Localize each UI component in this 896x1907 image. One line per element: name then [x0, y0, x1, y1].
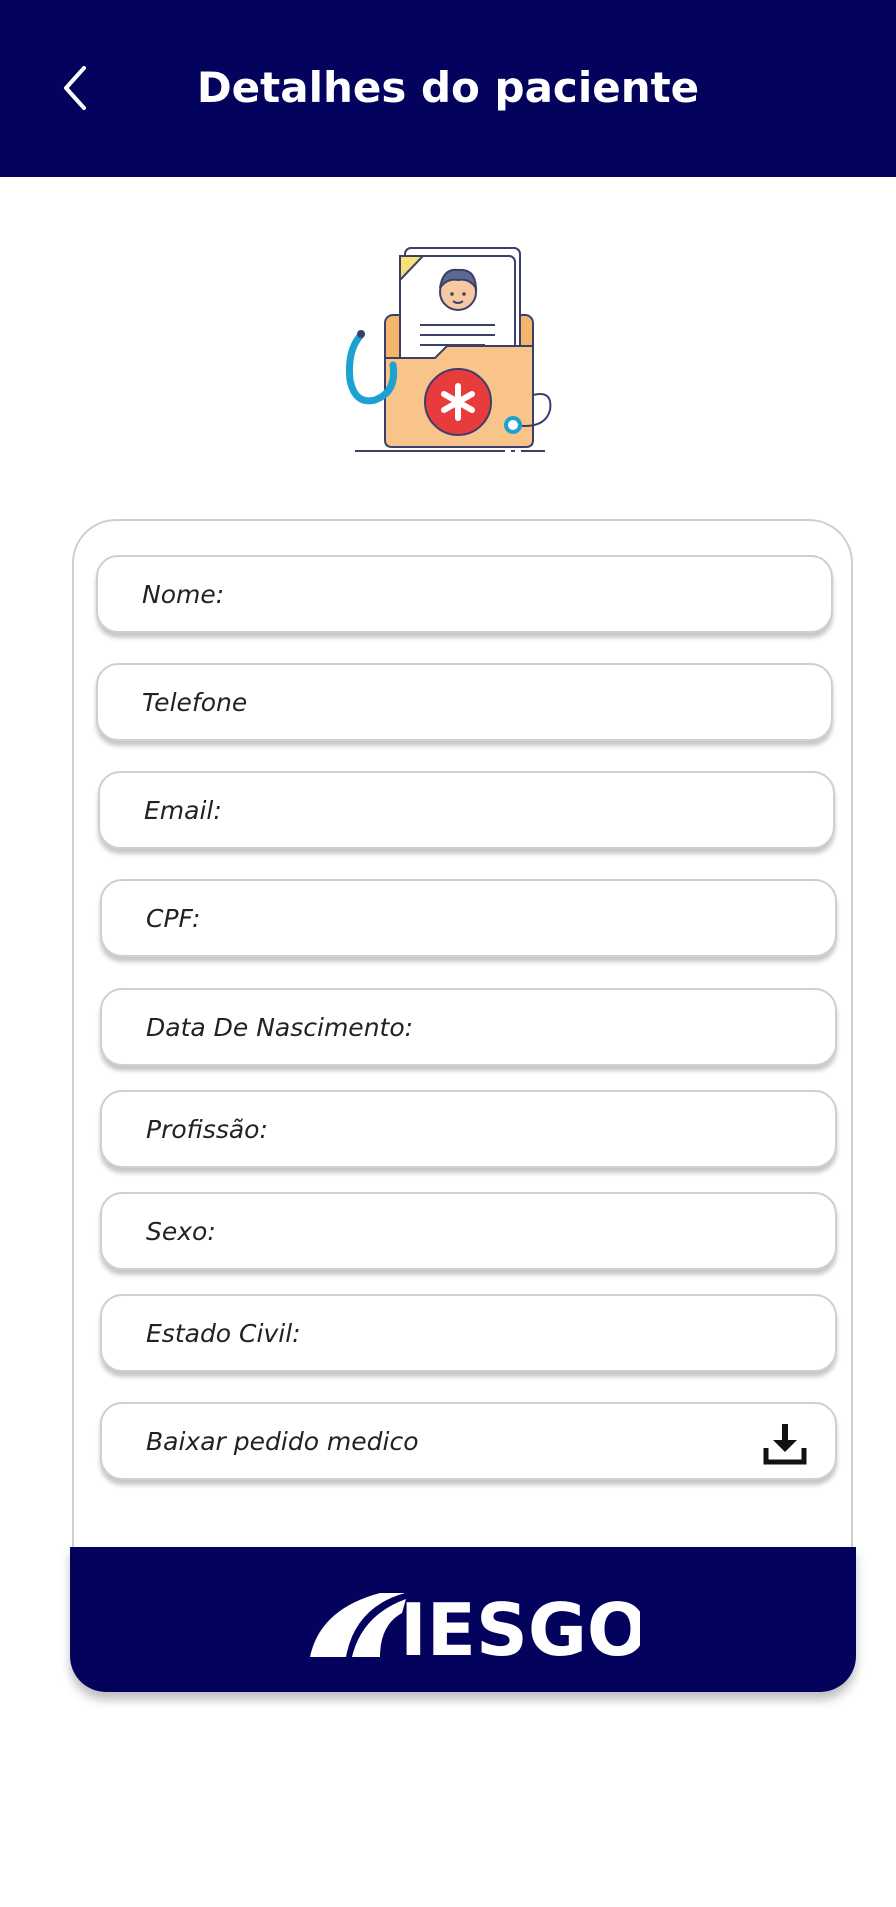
cpf-label: CPF: — [146, 904, 201, 933]
download-request-label: Baixar pedido medico — [146, 1427, 419, 1456]
profession-label: Profissão: — [146, 1115, 268, 1144]
page-title: Detalhes do paciente — [196, 63, 700, 112]
marital-status-field[interactable]: Estado Civil: — [100, 1294, 837, 1372]
footer-banner: IESGO — [70, 1547, 856, 1692]
logo-text: IESGO — [400, 1589, 640, 1659]
name-label: Nome: — [142, 580, 225, 609]
iesgo-logo: IESGO — [310, 1589, 640, 1659]
app-header: Detalhes do paciente — [0, 0, 896, 177]
name-field[interactable]: Nome: — [96, 555, 833, 633]
download-icon[interactable] — [763, 1422, 807, 1466]
phone-field[interactable]: Telefone — [96, 663, 833, 741]
birthdate-label: Data De Nascimento: — [146, 1013, 414, 1042]
email-field[interactable]: Email: — [98, 771, 835, 849]
email-label: Email: — [144, 796, 222, 825]
marital-status-label: Estado Civil: — [146, 1319, 301, 1348]
phone-label: Telefone — [142, 688, 248, 717]
profession-field[interactable]: Profissão: — [100, 1090, 837, 1168]
patient-folder-illustration — [345, 240, 555, 455]
birthdate-field[interactable]: Data De Nascimento: — [100, 988, 837, 1066]
download-request-button[interactable]: Baixar pedido medico — [100, 1402, 837, 1480]
cpf-field[interactable]: CPF: — [100, 879, 837, 957]
sex-field[interactable]: Sexo: — [100, 1192, 837, 1270]
sex-label: Sexo: — [146, 1217, 216, 1246]
